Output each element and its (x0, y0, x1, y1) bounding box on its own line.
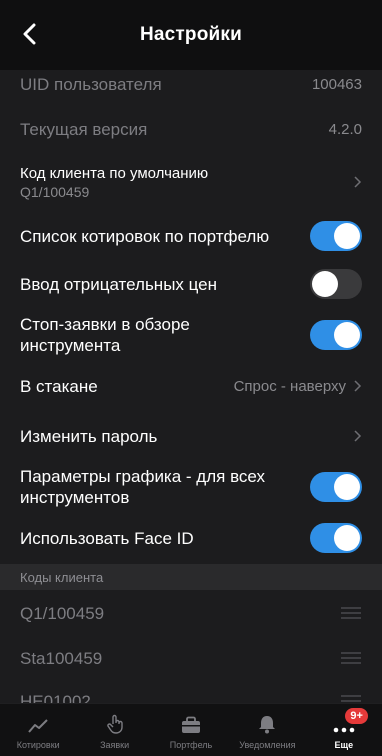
tab-notifications[interactable]: Уведомления (229, 704, 305, 756)
face-id-toggle[interactable] (310, 523, 362, 553)
client-codes-header: Коды клиента (0, 564, 382, 590)
portfolio-quotes-row: Список котировок по портфелю (0, 217, 382, 255)
chevron-right-icon (354, 430, 362, 442)
default-client-value: Q1/100459 (20, 183, 90, 200)
default-client-label: Код клиента по умолчанию (20, 164, 209, 182)
order-book-value: Спрос - наверху (233, 377, 346, 395)
list-item[interactable]: Sta100459 (0, 643, 382, 673)
stop-orders-toggle[interactable] (310, 320, 362, 350)
face-id-label: Использовать Face ID (20, 528, 194, 548)
negative-prices-toggle[interactable] (310, 269, 362, 299)
face-id-row: Использовать Face ID (0, 519, 382, 557)
change-password-label: Изменить пароль (20, 426, 158, 446)
version-row: Текущая версия 4.2.0 (0, 114, 382, 144)
portfolio-quotes-label: Список котировок по портфелю (20, 226, 270, 246)
stop-orders-row: Стоп-заявки в обзоре инструмента (0, 310, 382, 360)
order-book-row[interactable]: В стакане Спрос - наверху (0, 372, 382, 400)
portfolio-quotes-toggle[interactable] (310, 221, 362, 251)
hand-pointer-icon (106, 714, 123, 734)
stop-orders-label: Стоп-заявки в обзоре инструмента (20, 315, 190, 355)
tab-more[interactable]: 9+ Еще (306, 704, 382, 756)
negative-prices-row: Ввод отрицательных цен (0, 265, 382, 303)
briefcase-icon (182, 716, 201, 733)
nav-header: Настройки (0, 0, 382, 70)
bell-icon (259, 716, 276, 734)
back-button[interactable] (14, 19, 44, 49)
order-book-label: В стакане (20, 376, 98, 396)
change-password-row[interactable]: Изменить пароль (0, 422, 382, 450)
chart-params-toggle[interactable] (310, 472, 362, 502)
tab-portfolio[interactable]: Портфель (153, 704, 229, 756)
tab-bar: Котировки Заявки Портфель Уведомления 9+… (0, 703, 382, 756)
list-item[interactable]: Q1/100459 (0, 598, 382, 628)
more-dots-icon (333, 727, 355, 733)
tab-orders[interactable]: Заявки (76, 704, 152, 756)
page-title: Настройки (139, 24, 243, 45)
chevron-left-icon (23, 23, 36, 45)
chart-params-row: Параметры графика - для всех инструменто… (0, 462, 382, 512)
negative-prices-label: Ввод отрицательных цен (20, 274, 218, 294)
chart-line-icon (28, 719, 48, 733)
notification-badge: 9+ (345, 708, 368, 724)
default-client-text: Код клиента по умолчанию Q1/100459 (20, 165, 208, 200)
version-value: 4.2.0 (328, 120, 362, 138)
chevron-right-icon (354, 380, 362, 392)
default-client-row[interactable]: Код клиента по умолчанию Q1/100459 (0, 162, 382, 202)
chart-params-label: Параметры графика - для всех инструменто… (20, 467, 265, 507)
tab-quotes[interactable]: Котировки (0, 704, 76, 756)
version-label: Текущая версия (20, 119, 148, 139)
drag-handle-icon[interactable] (340, 607, 362, 619)
drag-handle-icon[interactable] (340, 652, 362, 664)
chevron-right-icon (354, 176, 362, 188)
